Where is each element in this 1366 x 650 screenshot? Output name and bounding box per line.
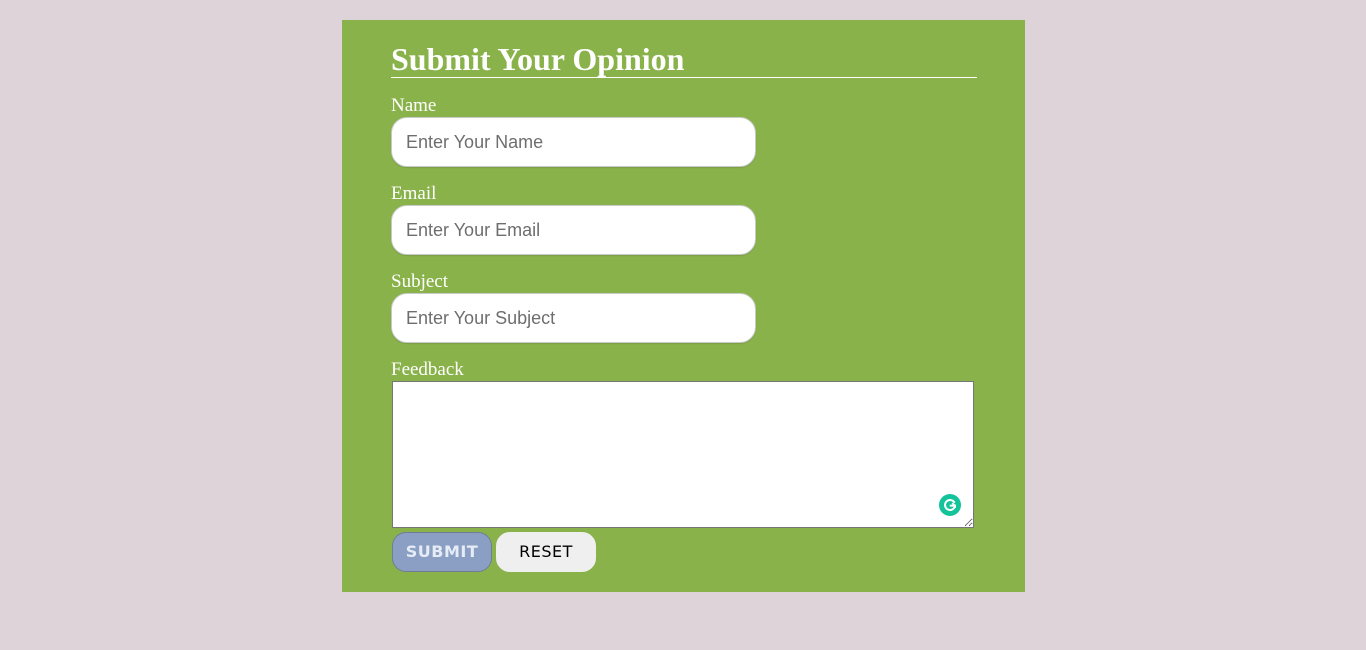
name-label: Name bbox=[391, 95, 437, 116]
feedback-label: Feedback bbox=[391, 359, 464, 380]
subject-input[interactable] bbox=[391, 293, 756, 343]
feedback-textarea[interactable] bbox=[392, 381, 974, 528]
subject-label: Subject bbox=[391, 271, 448, 292]
submit-button[interactable]: SUBMIT bbox=[392, 532, 492, 572]
form-title: Submit Your Opinion bbox=[391, 41, 685, 77]
title-divider bbox=[391, 77, 977, 78]
opinion-form-panel: Submit Your Opinion Name Email Subject F… bbox=[342, 20, 1025, 592]
reset-button[interactable]: RESET bbox=[496, 532, 596, 572]
email-input[interactable] bbox=[391, 205, 756, 255]
name-input[interactable] bbox=[391, 117, 756, 167]
email-label: Email bbox=[391, 183, 437, 204]
grammarly-icon[interactable] bbox=[939, 494, 961, 516]
